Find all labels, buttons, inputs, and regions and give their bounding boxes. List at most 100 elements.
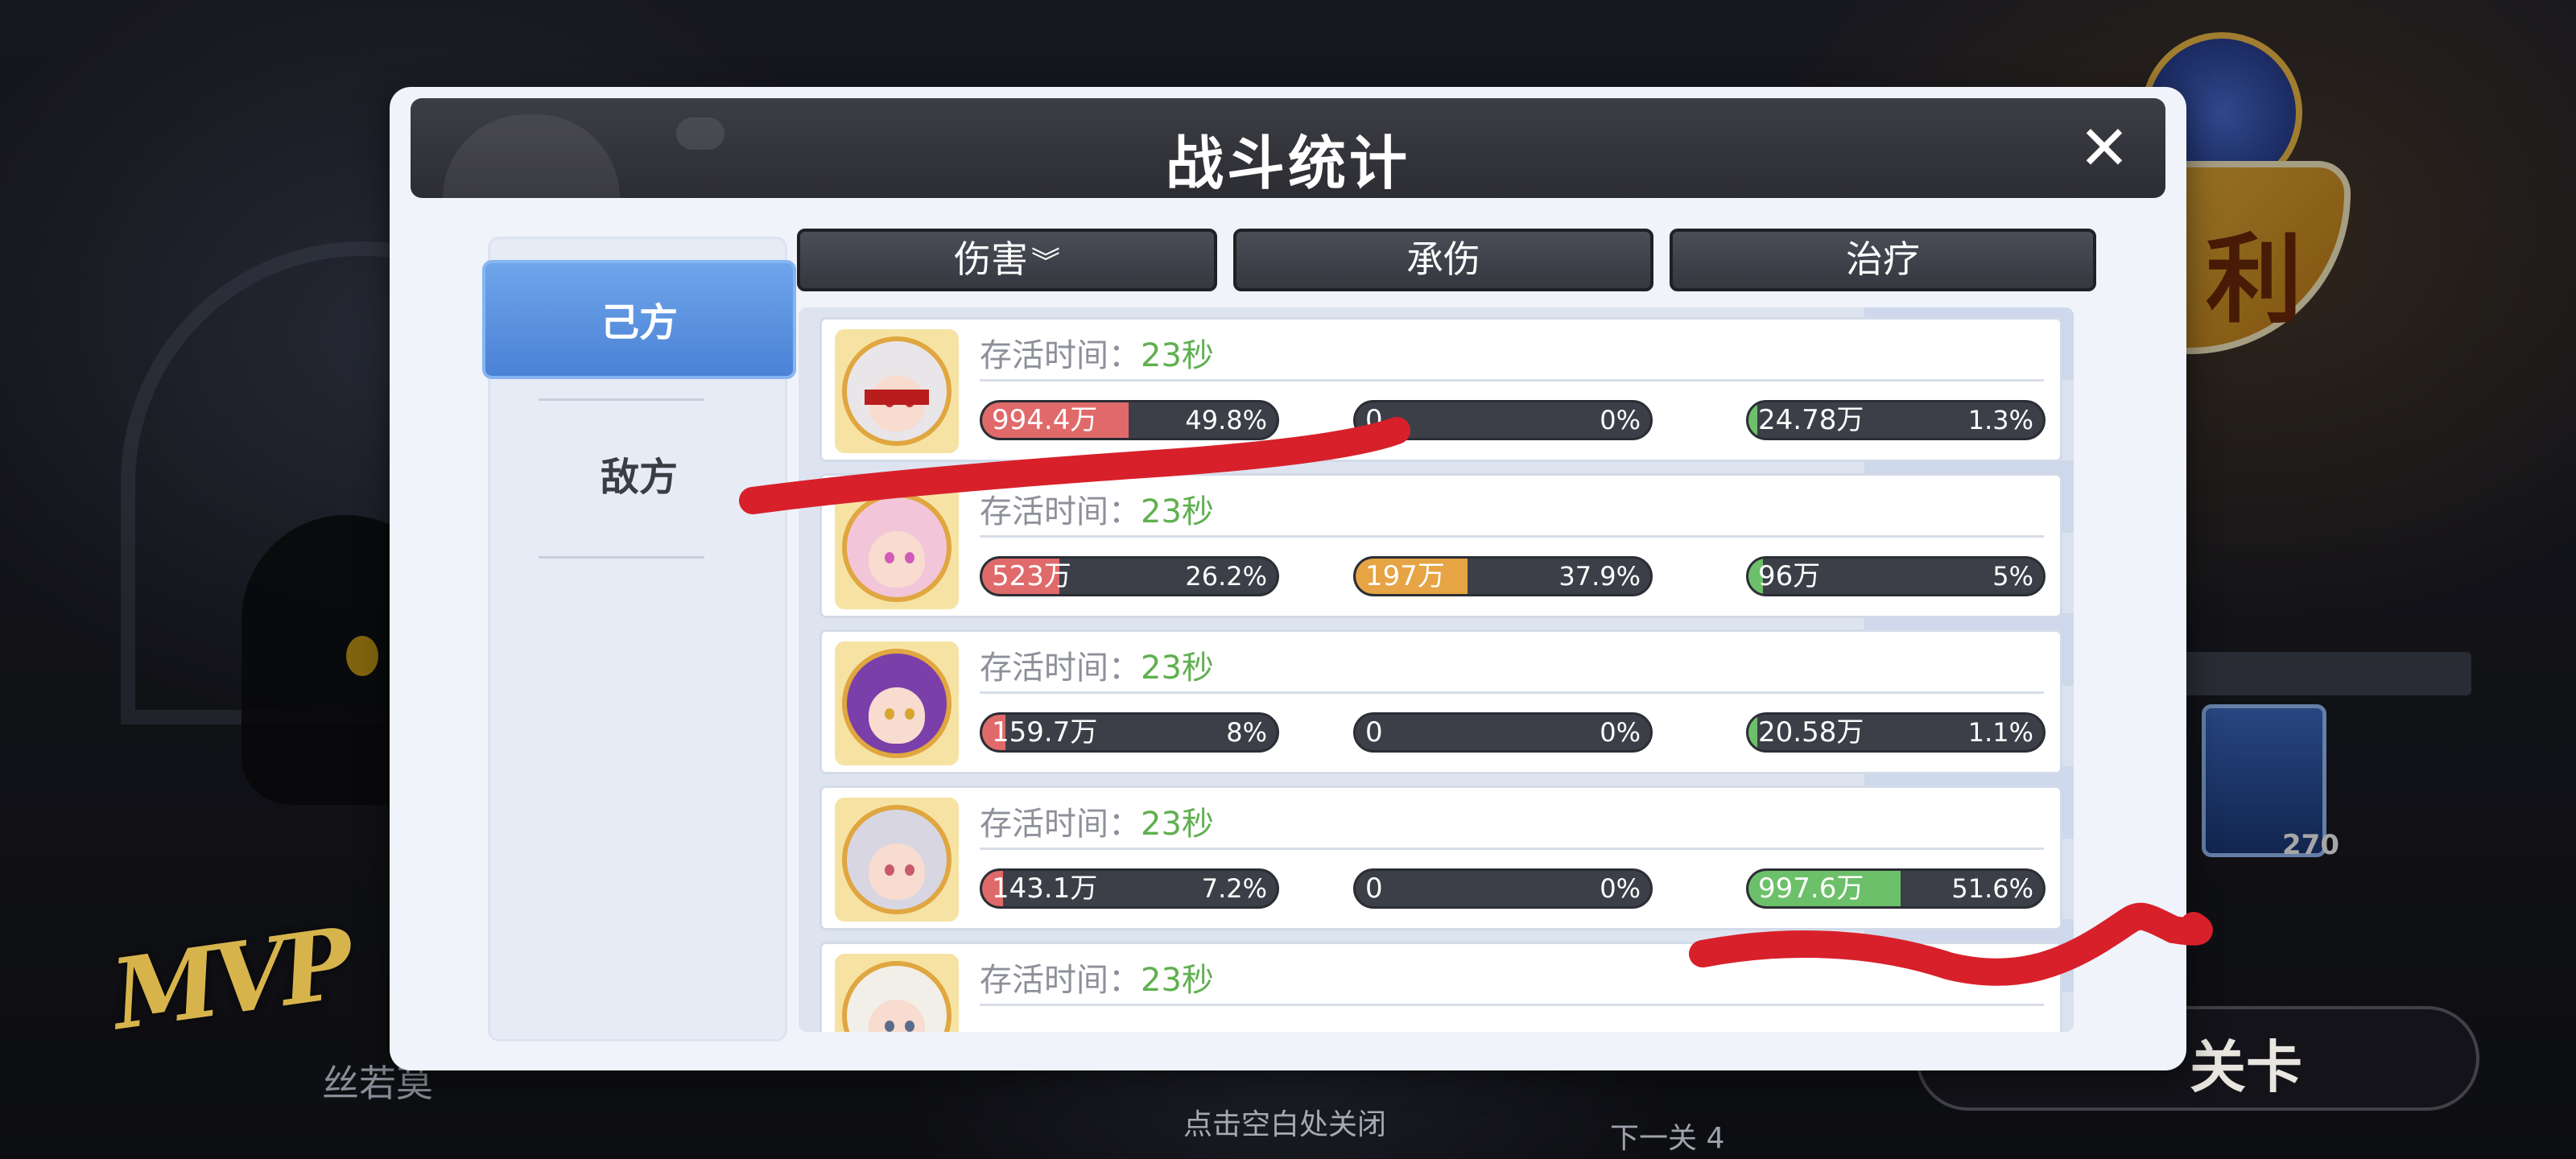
survival-time-value: 23秒 xyxy=(1141,493,1214,530)
battle-stats-panel: 战斗统计 ✕ 己方 敌方 伤害 ︾ 承伤 治疗 存活时间：23秒 994.4万 49.… xyxy=(390,87,2186,1070)
survival-time-label: 存活时间：23秒 xyxy=(980,798,1214,844)
row-divider xyxy=(980,1004,2044,1006)
side-divider xyxy=(539,556,704,559)
character-stat-row: 存活时间：23秒 159.7万 8% 0 0% 20.58万 1.1% xyxy=(819,629,2062,774)
survival-time-value: 23秒 xyxy=(1141,650,1214,687)
healing-stat-bar-value: 24.78万 xyxy=(1758,404,1864,436)
portrait-eye xyxy=(904,864,914,876)
healing-stat-bar: 997.6万 51.6% xyxy=(1746,868,2046,909)
damage-stat-bar: 159.7万 8% xyxy=(980,712,1279,753)
tab-healing[interactable]: 治疗 xyxy=(1670,229,2096,291)
character-stat-row: 存活时间：23秒 994.4万 49.8% 0 0% 24.78万 1.3% xyxy=(819,317,2062,462)
character-portrait[interactable] xyxy=(835,954,959,1032)
damage-stat-bar-value: 994.4万 xyxy=(992,404,1098,436)
damage-taken-stat-bar-value: 197万 xyxy=(1365,560,1445,592)
healing-stat-bar-percent: 1.1% xyxy=(1967,717,2033,748)
damage-taken-stat-bar-percent: 0% xyxy=(1600,405,1641,435)
damage-stat-bar-value: 523万 xyxy=(992,560,1071,592)
blindfold xyxy=(865,389,929,406)
survival-time-value: 23秒 xyxy=(1141,806,1214,843)
survival-time-label: 存活时间：23秒 xyxy=(980,641,1214,688)
damage-taken-stat-bar-percent: 0% xyxy=(1600,717,1641,748)
stage-button-label: 关卡 xyxy=(2190,1034,2302,1100)
healing-stat-bar-percent: 51.6% xyxy=(1951,873,2033,904)
damage-stat-bar-percent: 49.8% xyxy=(1185,405,1267,435)
damage-taken-stat-bar: 0 0% xyxy=(1353,712,1653,753)
character-stat-row: 存活时间：23秒 xyxy=(819,942,2062,1032)
healing-stat-bar-value: 96万 xyxy=(1758,560,1821,592)
row-divider xyxy=(980,691,2044,694)
character-portrait[interactable] xyxy=(835,641,959,765)
survival-time-caption: 存活时间： xyxy=(980,493,1141,530)
survival-time-value: 23秒 xyxy=(1141,962,1214,999)
portrait-face xyxy=(869,687,925,744)
tap-blank-to-close-hint: 点击空白处关闭 xyxy=(1183,1108,1387,1141)
portrait-frame xyxy=(842,493,952,602)
healing-stat-bar-value: 997.6万 xyxy=(1758,872,1864,905)
tab-damage-label: 伤害 xyxy=(953,237,1028,281)
portrait-eye xyxy=(904,552,914,564)
damage-taken-stat-bar: 0 0% xyxy=(1353,400,1653,440)
damage-stat-bar: 994.4万 49.8% xyxy=(980,400,1279,440)
healing-stat-bar: 24.78万 1.3% xyxy=(1746,400,2046,440)
healing-stat-bar-percent: 1.3% xyxy=(1967,405,2033,435)
tab-damage-taken[interactable]: 承伤 xyxy=(1233,229,1653,291)
damage-stat-bar-percent: 7.2% xyxy=(1201,873,1267,904)
damage-stat-bar-percent: 26.2% xyxy=(1185,561,1267,592)
healing-stat-bar: 20.58万 1.1% xyxy=(1746,712,2046,753)
damage-taken-stat-bar-value: 0 xyxy=(1365,716,1383,749)
damage-taken-stat-bar: 197万 37.9% xyxy=(1353,556,1653,596)
survival-time-label: 存活时间：23秒 xyxy=(980,954,1214,1000)
character-stat-row: 存活时间：23秒 523万 26.2% 197万 37.9% 96万 5% xyxy=(819,473,2062,618)
damage-stat-bar-percent: 8% xyxy=(1226,717,1267,748)
portrait-face xyxy=(869,1000,925,1032)
portrait-eye xyxy=(904,1021,914,1032)
survival-time-caption: 存活时间： xyxy=(980,337,1141,374)
damage-stat-bar-value: 159.7万 xyxy=(992,716,1098,749)
survival-time-label: 存活时间：23秒 xyxy=(980,329,1214,376)
damage-stat-bar-value: 143.1万 xyxy=(992,872,1098,905)
character-portrait[interactable] xyxy=(835,798,959,922)
healing-stat-bar-value: 20.58万 xyxy=(1758,716,1864,749)
portrait-frame xyxy=(842,649,952,758)
healing-stat-bar: 96万 5% xyxy=(1746,556,2046,596)
row-divider xyxy=(980,848,2044,850)
healing-stat-bar-fill xyxy=(1748,715,1757,750)
portrait-eye xyxy=(904,708,914,720)
row-divider xyxy=(980,379,2044,382)
portrait-frame xyxy=(842,336,952,446)
portrait-frame xyxy=(842,805,952,914)
damage-stat-bar: 143.1万 7.2% xyxy=(980,868,1279,909)
double-chevron-down-icon: ︾ xyxy=(1030,246,1060,279)
survival-time-value: 23秒 xyxy=(1141,337,1214,374)
damage-taken-stat-bar-percent: 37.9% xyxy=(1558,561,1641,592)
survival-time-label: 存活时间：23秒 xyxy=(980,485,1214,532)
portrait-face xyxy=(869,531,925,588)
survival-time-caption: 存活时间： xyxy=(980,650,1141,687)
team-tabs: 己方 敌方 xyxy=(482,237,796,1041)
panel-title: 战斗统计 xyxy=(1165,130,1410,197)
survival-time-caption: 存活时间： xyxy=(980,962,1141,999)
damage-taken-stat-bar-value: 0 xyxy=(1365,872,1383,905)
title-bar: 战斗统计 ✕ xyxy=(411,98,2165,198)
close-icon[interactable]: ✕ xyxy=(2072,116,2136,180)
character-stat-row: 存活时间：23秒 143.1万 7.2% 0 0% 997.6万 51.6% xyxy=(819,786,2062,930)
healing-stat-bar-percent: 5% xyxy=(1992,561,2033,592)
survival-time-caption: 存活时间： xyxy=(980,806,1141,843)
stats-list[interactable]: 存活时间：23秒 994.4万 49.8% 0 0% 24.78万 1.3% 存活时间：23秒… xyxy=(799,307,2074,1032)
damage-taken-stat-bar-percent: 0% xyxy=(1600,873,1641,904)
side-divider xyxy=(539,398,704,401)
tab-own-team[interactable]: 己方 xyxy=(482,260,796,379)
next-stage-label: 下一关 4 xyxy=(1610,1122,1725,1155)
damage-stat-bar: 523万 26.2% xyxy=(980,556,1279,596)
character-portrait[interactable] xyxy=(835,485,959,609)
row-divider xyxy=(980,535,2044,538)
tab-damage[interactable]: 伤害 ︾ xyxy=(797,229,1217,291)
damage-taken-stat-bar: 0 0% xyxy=(1353,868,1653,909)
portrait-frame xyxy=(842,961,952,1032)
healing-stat-bar-fill xyxy=(1748,402,1757,438)
character-portrait[interactable] xyxy=(835,329,959,453)
tab-enemy-team[interactable]: 敌方 xyxy=(482,418,796,537)
damage-taken-stat-bar-value: 0 xyxy=(1365,404,1383,436)
portrait-face xyxy=(869,843,925,900)
